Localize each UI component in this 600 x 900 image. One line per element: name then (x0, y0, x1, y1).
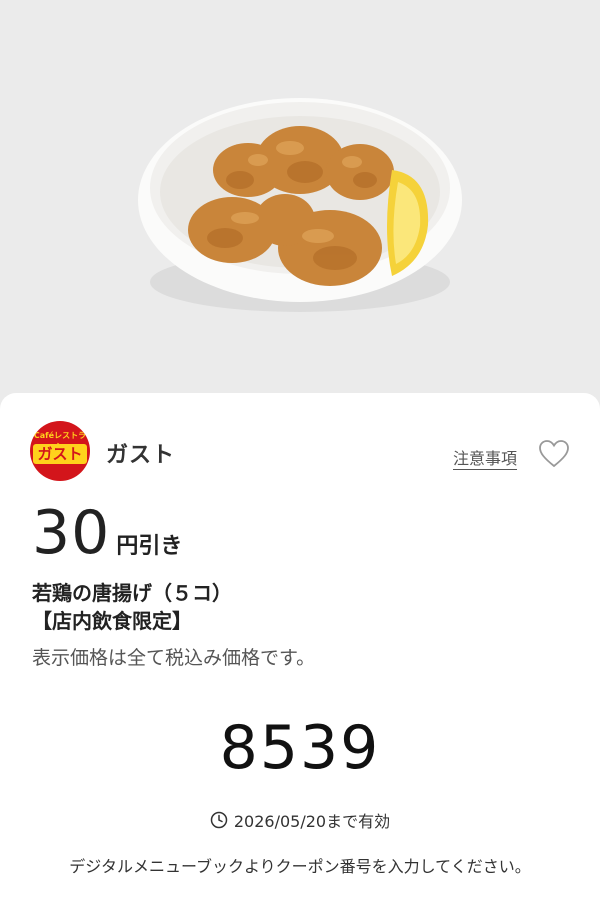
brand-name: ガスト (106, 443, 176, 468)
logo-main-plate: ガスト (33, 444, 87, 464)
tax-note: 表示価格は全て税込み価格です。 (32, 647, 316, 669)
coupon-code: 8539 (219, 713, 381, 783)
logo-main-text: ガスト (37, 445, 83, 463)
hero-image (0, 0, 600, 400)
heart-icon[interactable] (538, 439, 570, 469)
brand-logo: Caféレストラン ガスト (30, 421, 90, 481)
notes-link[interactable]: 注意事項 (453, 445, 517, 469)
discount-unit: 円引き (116, 534, 183, 559)
coupon-card: Caféレストラン ガスト ガスト 注意事項 30 円引き 若鶏の唐揚げ（５コ）… (0, 393, 600, 900)
discount: 30 円引き (32, 501, 182, 565)
item-name: 若鶏の唐揚げ（５コ） (32, 581, 232, 605)
validity: 2026/05/20まで有効 (0, 808, 600, 832)
instruction-text: デジタルメニューブックよりクーポン番号を入力してください。 (69, 857, 531, 876)
discount-amount: 30 (32, 498, 111, 568)
clock-icon (210, 811, 228, 829)
fried-chicken-bowl-photo (138, 98, 462, 312)
validity-text: 2026/05/20まで有効 (233, 812, 391, 831)
item-limit: 【店内飲食限定】 (32, 609, 192, 633)
